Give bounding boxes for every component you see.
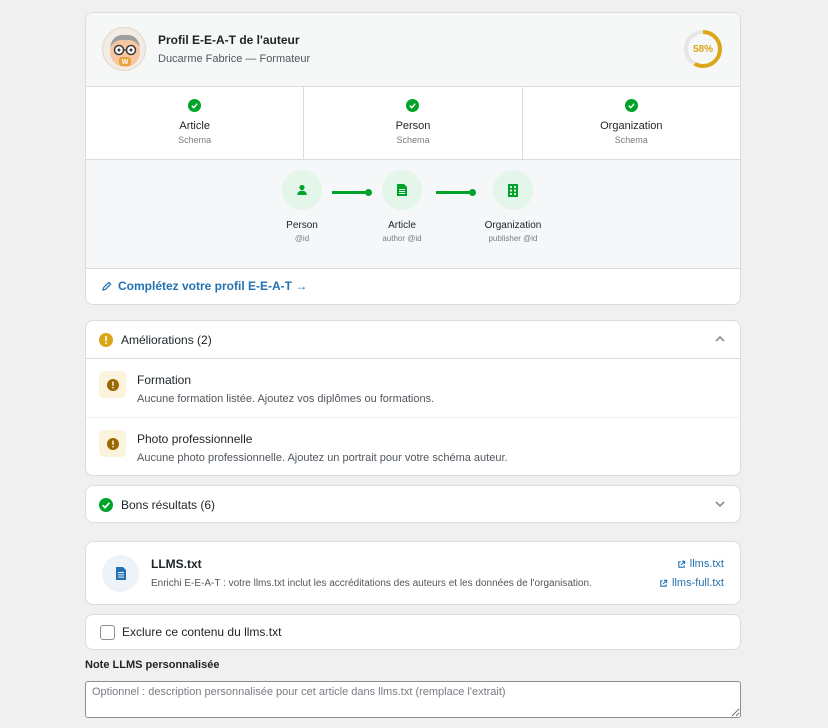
svg-text:W: W [122,59,129,66]
exclude-llms-checkbox[interactable] [100,624,115,640]
improvement-item: Photo professionnelle Aucune photo profe… [86,418,740,475]
check-circle-icon [624,99,638,112]
schema-type: Schema [614,135,648,145]
score-value: 58% [692,43,713,55]
schema-type: Schema [178,135,212,145]
improvement-desc: Aucune formation listée. Ajoutez vos dip… [137,393,435,405]
good-results-panel: Bons résultats (6) [85,485,741,523]
graph-node-sub: author @id [382,234,422,243]
improvements-header[interactable]: Améliorations (2) [86,321,740,359]
graph-node-article: Article author @id [357,170,447,243]
schema-graph: Person @id Article author @id Organizati… [86,160,740,269]
improvement-title: Formation [137,373,192,387]
complete-profile-link[interactable]: Complétez votre profil E-E-A-T → [102,279,307,293]
schema-cell-article: Article Schema [86,87,305,159]
good-results-header[interactable]: Bons résultats (6) [86,486,740,524]
warning-icon [99,371,126,398]
check-circle-icon [406,99,420,112]
warning-icon [99,430,126,457]
exclude-llms-label[interactable]: Exclure ce contenu du llms.txt [122,625,281,639]
schema-name: Article [179,120,210,132]
llms-note-label: Note LLMS personnalisée [85,659,220,671]
schema-status-row: Article Schema Person Schema Organizatio… [86,87,740,160]
llms-panel: LLMS.txt Enrichi E-E-A-T : votre llms.tx… [85,541,741,605]
check-circle-icon [99,498,113,512]
eat-subtitle: Ducarme Fabrice — Formateur [158,53,311,65]
pencil-icon [102,281,112,291]
llms-full-txt-link-label: llms-full.txt [672,577,724,589]
person-icon [282,170,322,210]
schema-cell-organization: Organization Schema [523,87,740,159]
schema-name: Organization [600,120,663,132]
building-icon [493,170,533,210]
eat-title: Profil E-E-A-T de l'auteur [158,33,300,47]
graph-node-person: Person @id [257,170,347,243]
schema-cell-person: Person Schema [304,87,523,159]
llms-note-textarea[interactable] [85,681,741,718]
graph-node-sub: @id [294,234,310,243]
improvement-title: Photo professionnelle [137,432,253,446]
llms-txt-link-label: llms.txt [689,558,724,570]
good-results-title: Bons résultats (6) [121,498,216,512]
improvement-desc: Aucune photo professionnelle. Ajoutez un… [137,452,508,464]
chevron-up-icon[interactable] [714,333,726,345]
external-link-icon [678,560,685,568]
graph-node-label: Article [388,220,416,231]
schema-type: Schema [396,135,430,145]
eat-profile-card: W Profil E-E-A-T de l'auteur Ducarme Fab… [85,12,741,305]
graph-node-label: Person [286,220,318,231]
chevron-down-icon[interactable] [714,498,726,510]
graph-node-label: Organization [484,220,542,231]
improvements-title: Améliorations (2) [121,332,212,347]
external-link-icon [660,579,668,587]
improvements-panel: Améliorations (2) Formation Aucune forma… [85,320,741,476]
exclude-llms-row: Exclure ce contenu du llms.txt [85,614,741,650]
warning-icon [99,332,113,347]
avatar-icon: W [102,27,146,71]
llms-description: Enrichi E-E-A-T : votre llms.txt inclut … [151,578,592,589]
document-icon [382,170,422,210]
llms-title: LLMS.txt [151,557,202,571]
complete-profile-label: Complétez votre profil E-E-A-T → [118,279,308,293]
schema-name: Person [395,120,431,132]
improvement-item: Formation Aucune formation listée. Ajout… [86,359,740,418]
eat-header: W Profil E-E-A-T de l'auteur Ducarme Fab… [86,13,740,87]
graph-node-organization: Organization publisher @id [468,170,558,243]
llms-full-txt-link[interactable]: llms-full.txt [659,577,724,589]
file-icon [102,555,139,592]
check-circle-icon [188,99,202,112]
llms-txt-link[interactable]: llms.txt [677,558,724,570]
graph-node-sub: publisher @id [488,234,538,243]
